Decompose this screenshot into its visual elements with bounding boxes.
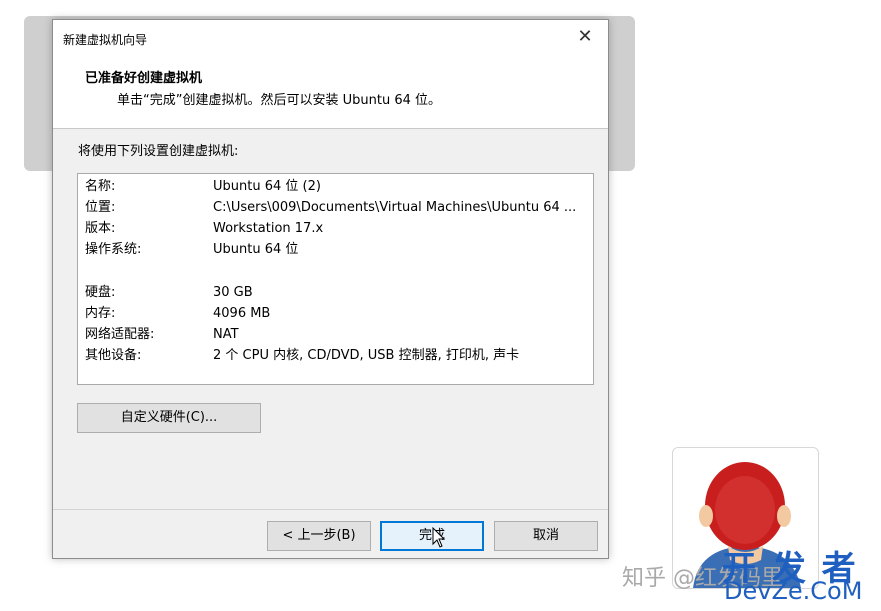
site-logo-domain: DevZe.CoM xyxy=(724,577,863,605)
new-vm-wizard-dialog: 新建虚拟机向导 ✕ 已准备好创建虚拟机 单击“完成”创建虚拟机。然后可以安装 U… xyxy=(52,19,609,559)
settings-intro: 将使用下列设置创建虚拟机: xyxy=(78,144,239,159)
summary-key: 名称: xyxy=(85,179,116,194)
summary-key: 内存: xyxy=(85,306,116,321)
back-button[interactable]: < 上一步(B) xyxy=(267,521,371,551)
summary-value: 2 个 CPU 内核, CD/DVD, USB 控制器, 打印机, 声卡 xyxy=(213,348,520,363)
summary-value: Workstation 17.x xyxy=(213,221,324,236)
summary-key: 网络适配器: xyxy=(85,327,155,342)
summary-key: 操作系统: xyxy=(85,242,142,257)
summary-key: 版本: xyxy=(85,221,116,236)
summary-key: 其他设备: xyxy=(85,348,142,363)
mouse-cursor-icon xyxy=(432,527,446,548)
header-subtitle: 单击“完成”创建虚拟机。然后可以安装 Ubuntu 64 位。 xyxy=(117,93,441,108)
header-title: 已准备好创建虚拟机 xyxy=(85,71,203,86)
customize-hardware-button[interactable]: 自定义硬件(C)... xyxy=(77,403,261,433)
summary-value: Ubuntu 64 位 xyxy=(213,242,299,257)
summary-value: 4096 MB xyxy=(213,306,271,321)
summary-value: 30 GB xyxy=(213,285,253,300)
close-icon[interactable]: ✕ xyxy=(574,26,596,48)
summary-key: 硬盘: xyxy=(85,285,116,300)
title-bar: 新建虚拟机向导 ✕ xyxy=(53,20,608,56)
wizard-header: 已准备好创建虚拟机 单击“完成”创建虚拟机。然后可以安装 Ubuntu 64 位… xyxy=(53,56,608,129)
settings-summary-box: 名称: Ubuntu 64 位 (2) 位置: C:\Users\009\Doc… xyxy=(77,173,594,385)
summary-value: Ubuntu 64 位 (2) xyxy=(213,179,321,194)
footer-divider xyxy=(53,509,608,510)
summary-value: NAT xyxy=(213,327,239,342)
summary-key: 位置: xyxy=(85,200,116,215)
summary-value: C:\Users\009\Documents\Virtual Machines\… xyxy=(213,200,577,215)
window-title: 新建虚拟机向导 xyxy=(63,33,148,47)
cancel-button[interactable]: 取消 xyxy=(494,521,598,551)
